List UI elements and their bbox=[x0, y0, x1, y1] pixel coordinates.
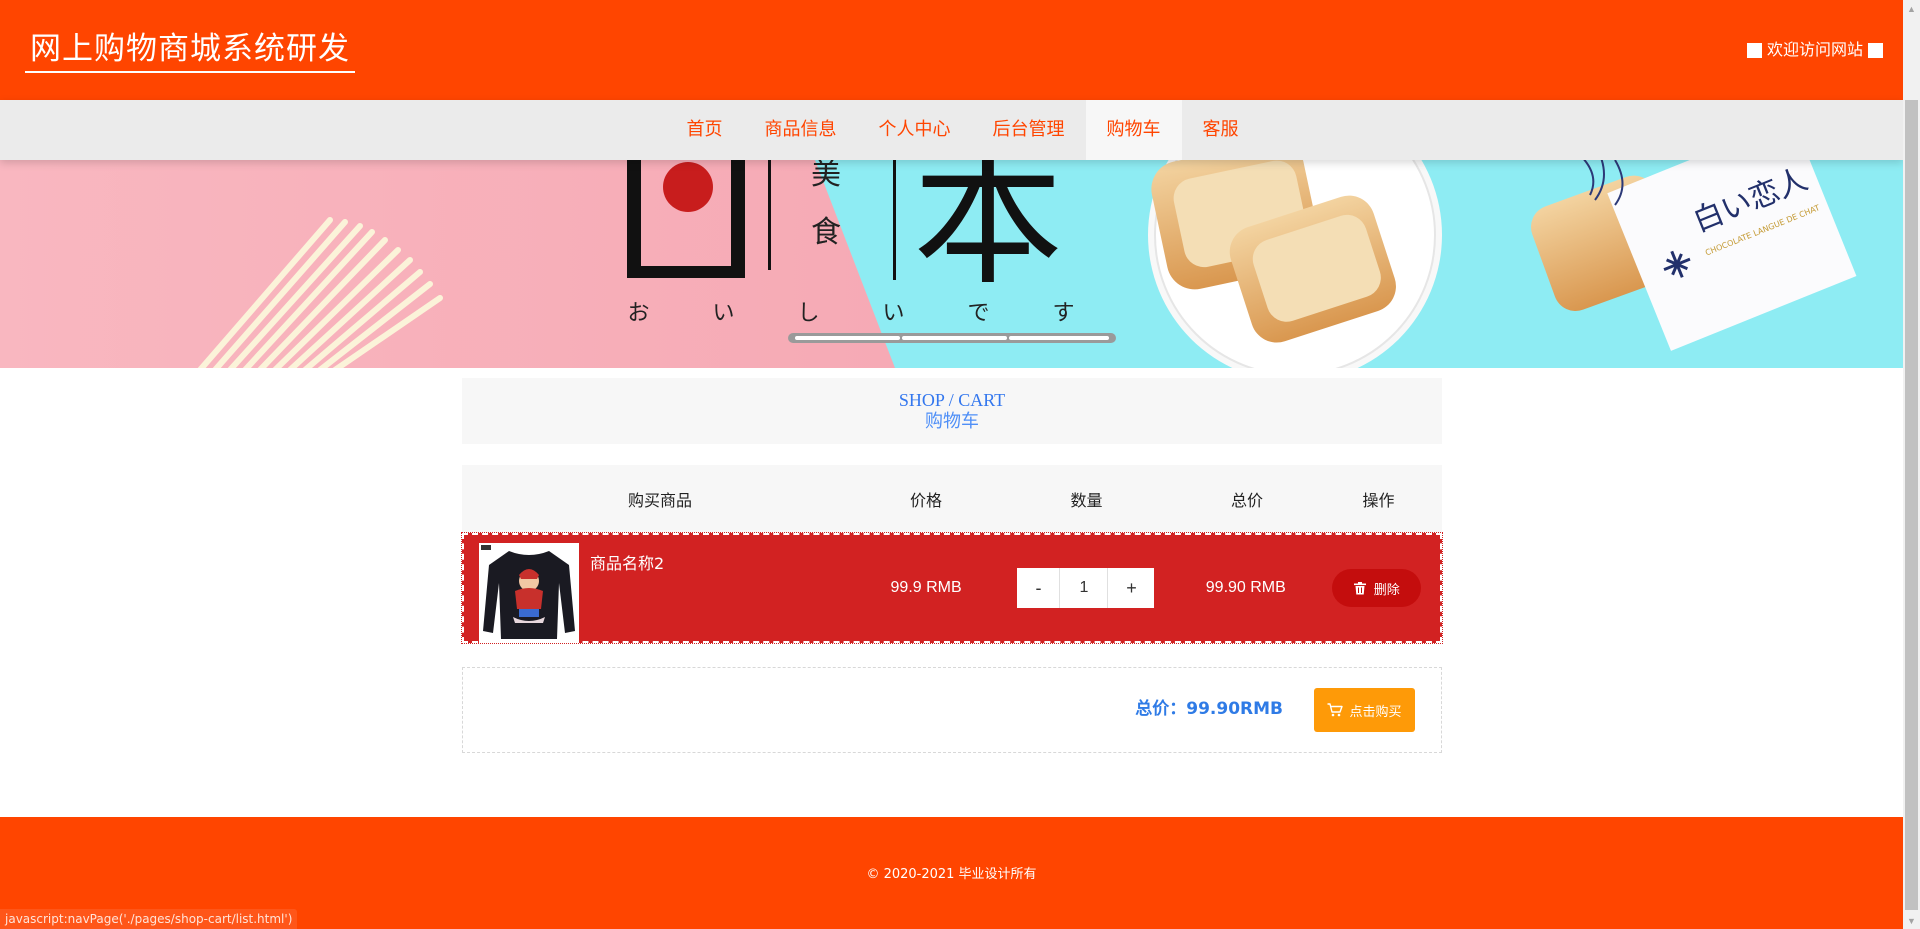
row-total: 99.90 RMB bbox=[1205, 579, 1286, 596]
welcome-area: 欢迎访问网站 bbox=[1746, 40, 1883, 60]
header-product: 购买商品 bbox=[627, 491, 692, 510]
nav-items: 首页 商品信息 个人中心 后台管理 购物车 客服 bbox=[666, 100, 1260, 160]
nav-item-products[interactable]: 商品信息 bbox=[744, 100, 858, 160]
tshirt-image bbox=[479, 543, 579, 643]
delete-label: 删除 bbox=[1373, 582, 1400, 598]
cart-icon bbox=[1327, 703, 1344, 717]
nav-item-admin[interactable]: 后台管理 bbox=[972, 100, 1086, 160]
product-name[interactable]: 商品名称2 bbox=[590, 554, 664, 574]
product-price: 99.9 RMB bbox=[890, 579, 962, 596]
cart-row[interactable]: 商品名称2 99.9 RMB - 1 + 99.90 RMB 删除 bbox=[461, 532, 1443, 644]
quantity-plus-button[interactable]: + bbox=[1107, 568, 1155, 608]
square-icon bbox=[1746, 42, 1762, 58]
carousel-dot-2 bbox=[902, 336, 1007, 340]
quantity-value[interactable]: 1 bbox=[1060, 568, 1107, 608]
welcome-text: 欢迎访问网站 bbox=[1766, 40, 1863, 59]
cart-table: 购买商品 价格 数量 总价 操作 商品名称2 99.9 RMB - 1 + 99… bbox=[461, 465, 1443, 644]
carousel-dot-1 bbox=[795, 336, 900, 340]
product-cell: 商品名称2 bbox=[464, 535, 858, 643]
cart-summary: 总价：99.90RMB 点击购买 bbox=[462, 667, 1442, 753]
trash-icon bbox=[1353, 581, 1366, 594]
header-action: 操作 bbox=[1362, 491, 1395, 510]
site-title[interactable]: 网上购物商城系统研发 bbox=[25, 29, 355, 73]
nav-item-service[interactable]: 客服 bbox=[1182, 100, 1260, 160]
banner-subtitle: お い し い で す bbox=[628, 301, 1103, 326]
buy-label: 点击购买 bbox=[1349, 704, 1402, 720]
site-header: 网上购物商城系统研发 欢迎访问网站 bbox=[0, 0, 1903, 100]
section-title-cn: 购物车 bbox=[925, 411, 979, 431]
banner-carousel[interactable]: 食 美 本 お い し い で す 白い恋人 CHOCOLATE LANGUE … bbox=[0, 160, 1903, 368]
quantity-minus-button[interactable]: - bbox=[1017, 568, 1061, 608]
nav-item-home[interactable]: 首页 bbox=[666, 100, 744, 160]
copyright-text: © 2020-2021 毕业设计所有 bbox=[866, 867, 1037, 882]
browser-status-url: javascript:navPage('./pages/shop-cart/li… bbox=[0, 909, 298, 929]
banner-char-food: 食 bbox=[811, 215, 841, 250]
header-quantity: 数量 bbox=[1070, 491, 1103, 510]
buy-button[interactable]: 点击购买 bbox=[1314, 688, 1415, 732]
product-thumbnail[interactable] bbox=[479, 543, 579, 643]
nav-item-personal-center[interactable]: 个人中心 bbox=[858, 100, 972, 160]
quantity-stepper: - 1 + bbox=[994, 568, 1178, 608]
scroll-down-arrow-icon[interactable]: ▼ bbox=[1903, 912, 1920, 929]
scrollbar-thumb[interactable] bbox=[1905, 100, 1918, 910]
action-cell: 删除 bbox=[1314, 569, 1440, 607]
scroll-up-arrow-icon[interactable]: ▲ bbox=[1903, 0, 1920, 17]
main-nav: 首页 商品信息 个人中心 后台管理 购物车 客服 bbox=[0, 100, 1903, 160]
header-price: 价格 bbox=[909, 491, 942, 510]
square-icon bbox=[1868, 42, 1883, 58]
banner-char-book: 本 bbox=[913, 160, 1063, 306]
page: 网上购物商城系统研发 欢迎访问网站 首页 商品信息 个人中心 后台管理 购物车 … bbox=[0, 0, 1903, 929]
banner-char-beauty: 美 bbox=[811, 160, 841, 192]
nav-item-cart[interactable]: 购物车 bbox=[1085, 100, 1182, 160]
header-total: 总价 bbox=[1230, 491, 1263, 510]
cart-table-header: 购买商品 价格 数量 总价 操作 bbox=[462, 465, 1442, 533]
carousel-dot-3 bbox=[1009, 336, 1109, 340]
banner-image: 食 美 本 お い し い で す 白い恋人 CHOCOLATE LANGUE … bbox=[0, 160, 1903, 368]
delete-button[interactable]: 删除 bbox=[1332, 569, 1422, 607]
section-title-en: SHOP / CART bbox=[898, 390, 1006, 410]
section-title: SHOP / CART 购物车 bbox=[462, 378, 1442, 444]
page-scrollbar[interactable]: ▲ ▼ bbox=[1903, 0, 1920, 929]
grand-total: 总价：99.90RMB bbox=[1135, 699, 1283, 719]
quantity-box: - 1 + bbox=[1017, 568, 1155, 608]
